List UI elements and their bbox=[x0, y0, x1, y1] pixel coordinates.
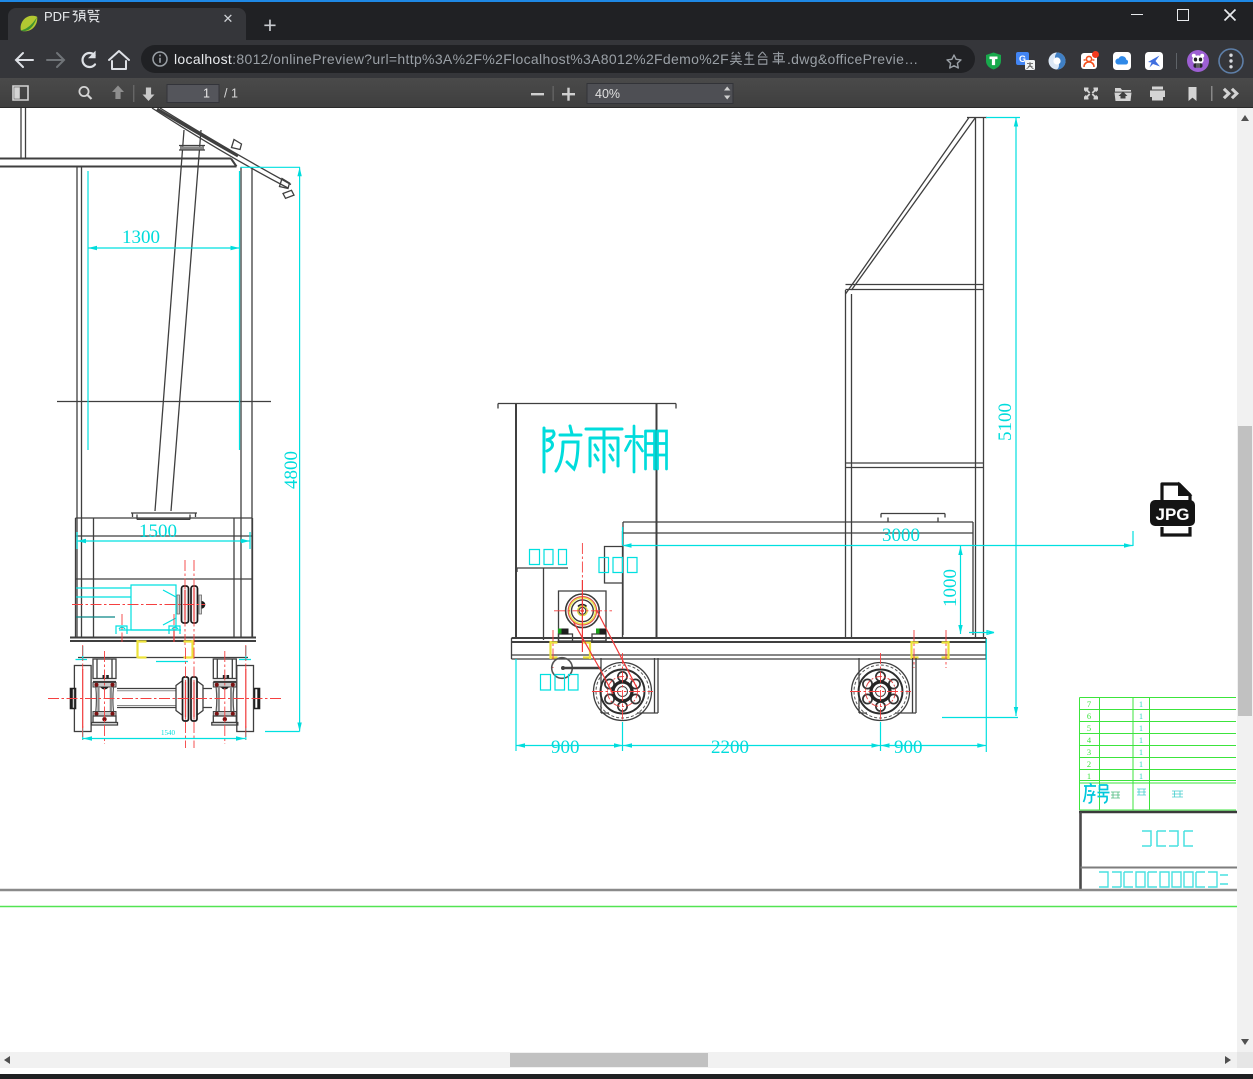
svg-text:7: 7 bbox=[1087, 699, 1091, 709]
svg-text:6: 6 bbox=[1087, 711, 1091, 721]
svg-text:900: 900 bbox=[551, 737, 580, 758]
svg-text:1: 1 bbox=[1087, 771, 1091, 781]
svg-text:1: 1 bbox=[1139, 759, 1143, 769]
svg-text:1: 1 bbox=[1139, 747, 1143, 757]
svg-text:5100: 5100 bbox=[995, 403, 1016, 441]
svg-text:1: 1 bbox=[1139, 723, 1143, 733]
svg-text:1: 1 bbox=[1139, 711, 1143, 721]
svg-text:1: 1 bbox=[1139, 735, 1143, 745]
svg-text:G: G bbox=[1019, 54, 1026, 64]
svg-text:/ 1: / 1 bbox=[224, 87, 238, 101]
svg-text:JPG: JPG bbox=[1155, 505, 1189, 524]
svg-text:4800: 4800 bbox=[281, 451, 302, 489]
svg-text:1: 1 bbox=[1139, 699, 1143, 709]
svg-text:900: 900 bbox=[894, 737, 923, 758]
svg-text:3000: 3000 bbox=[882, 525, 920, 546]
svg-text:1000: 1000 bbox=[940, 569, 961, 607]
svg-text:2200: 2200 bbox=[711, 737, 749, 758]
svg-text:1500: 1500 bbox=[139, 521, 177, 542]
svg-text:3: 3 bbox=[1087, 747, 1091, 757]
svg-text:2: 2 bbox=[1087, 759, 1091, 769]
svg-text:5: 5 bbox=[1087, 723, 1091, 733]
svg-text:4: 4 bbox=[1087, 735, 1092, 745]
svg-text:1300: 1300 bbox=[122, 227, 160, 248]
svg-text:1: 1 bbox=[1139, 771, 1143, 781]
svg-text:1: 1 bbox=[203, 87, 210, 101]
svg-text:1540: 1540 bbox=[161, 729, 176, 737]
svg-text:40%: 40% bbox=[595, 87, 620, 101]
